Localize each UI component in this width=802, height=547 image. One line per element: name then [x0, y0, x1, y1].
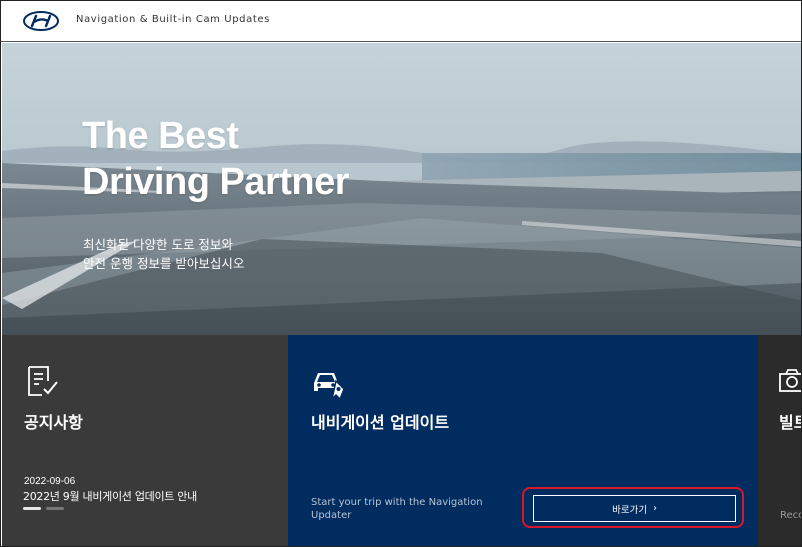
hero-title-line1: The Best [82, 115, 239, 157]
slide-dot-1[interactable] [23, 507, 41, 510]
slide-dot-2[interactable] [46, 507, 64, 510]
notice-card[interactable]: 공지사항 2022-09-06 2022년 9월 내비게이션 업데이트 안내 [2, 335, 288, 546]
notice-date: 2022-09-06 [24, 476, 76, 487]
hero-banner: The Best Driving Partner 최신화된 다양한 도로 정보와… [2, 43, 801, 335]
hero-subtitle: 최신화된 다양한 도로 정보와 안전 운행 정보를 받아보십시오 [83, 235, 244, 273]
hero-subtitle-line1: 최신화된 다양한 도로 정보와 [83, 237, 233, 252]
notice-document-icon [28, 366, 58, 396]
builtin-cam-title: 빌트 [779, 413, 801, 432]
notice-title: 공지사항 [24, 413, 83, 432]
notice-link[interactable]: 2022년 9월 내비게이션 업데이트 안내 [23, 488, 197, 504]
header-title: Navigation & Built-in Cam Updates [76, 14, 270, 25]
slide-indicator [23, 507, 64, 510]
go-to-updater-button[interactable]: 바로가기 › [533, 495, 736, 522]
navigation-update-description: Start your trip with the Navigation Upda… [311, 497, 483, 521]
hero-subtitle-line2: 안전 운행 정보를 받아보십시오 [83, 256, 245, 271]
hyundai-logo-icon[interactable] [23, 11, 59, 31]
chevron-right-icon: › [653, 503, 657, 514]
camera-icon [779, 369, 801, 392]
navigation-update-card: 내비게이션 업데이트 Start your trip with the Navi… [288, 335, 758, 546]
go-button-label: 바로가기 [612, 504, 648, 516]
builtin-cam-description: Reco [780, 510, 802, 521]
feature-cards: 공지사항 2022-09-06 2022년 9월 내비게이션 업데이트 안내 내… [2, 335, 802, 546]
navigation-update-title: 내비게이션 업데이트 [311, 413, 450, 432]
hero-title: The Best Driving Partner [82, 113, 350, 205]
hero-title-line2: Driving Partner [82, 161, 350, 203]
top-header: Navigation & Built-in Cam Updates [1, 1, 801, 42]
car-navigation-icon [314, 373, 345, 401]
builtin-cam-card[interactable]: 빌트 Reco [758, 335, 802, 546]
app-window: Navigation & Built-in Cam Updates The Be… [0, 0, 802, 547]
